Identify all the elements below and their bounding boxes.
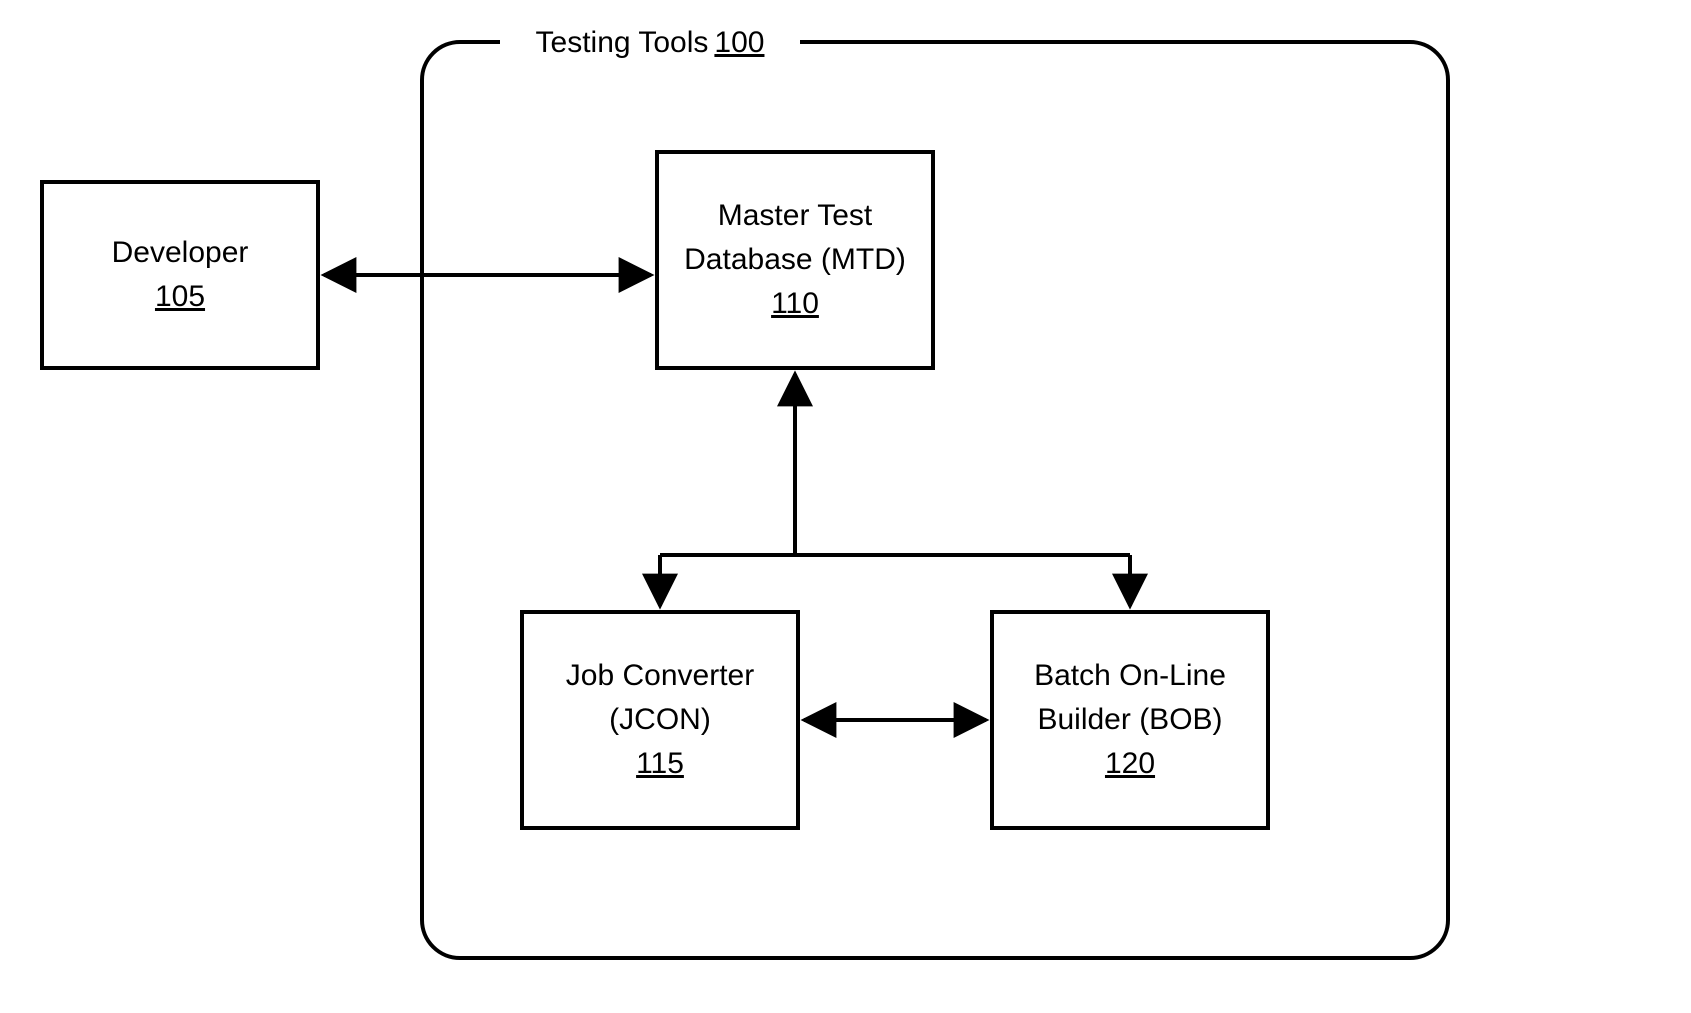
- mtd-line2: Database (MTD): [684, 238, 906, 282]
- testing-tools-legend: Testing Tools 100: [500, 18, 800, 68]
- jcon-ref: 115: [636, 742, 684, 786]
- developer-title: Developer: [112, 231, 249, 275]
- developer-ref: 105: [155, 275, 205, 319]
- diagram-canvas: Testing Tools 100 Developer 105 Master T…: [0, 0, 1691, 1013]
- testing-tools-legend-ref: 100: [714, 26, 764, 60]
- jcon-line1: Job Converter: [566, 654, 754, 698]
- mtd-ref: 110: [771, 282, 819, 326]
- testing-tools-legend-text: Testing Tools: [536, 26, 709, 60]
- mtd-line1: Master Test: [718, 194, 873, 238]
- bob-line2: Builder (BOB): [1037, 698, 1222, 742]
- developer-box: Developer 105: [40, 180, 320, 370]
- mtd-box: Master Test Database (MTD) 110: [655, 150, 935, 370]
- jcon-line2: (JCON): [609, 698, 711, 742]
- bob-ref: 120: [1105, 742, 1155, 786]
- bob-box: Batch On-Line Builder (BOB) 120: [990, 610, 1270, 830]
- jcon-box: Job Converter (JCON) 115: [520, 610, 800, 830]
- bob-line1: Batch On-Line: [1034, 654, 1226, 698]
